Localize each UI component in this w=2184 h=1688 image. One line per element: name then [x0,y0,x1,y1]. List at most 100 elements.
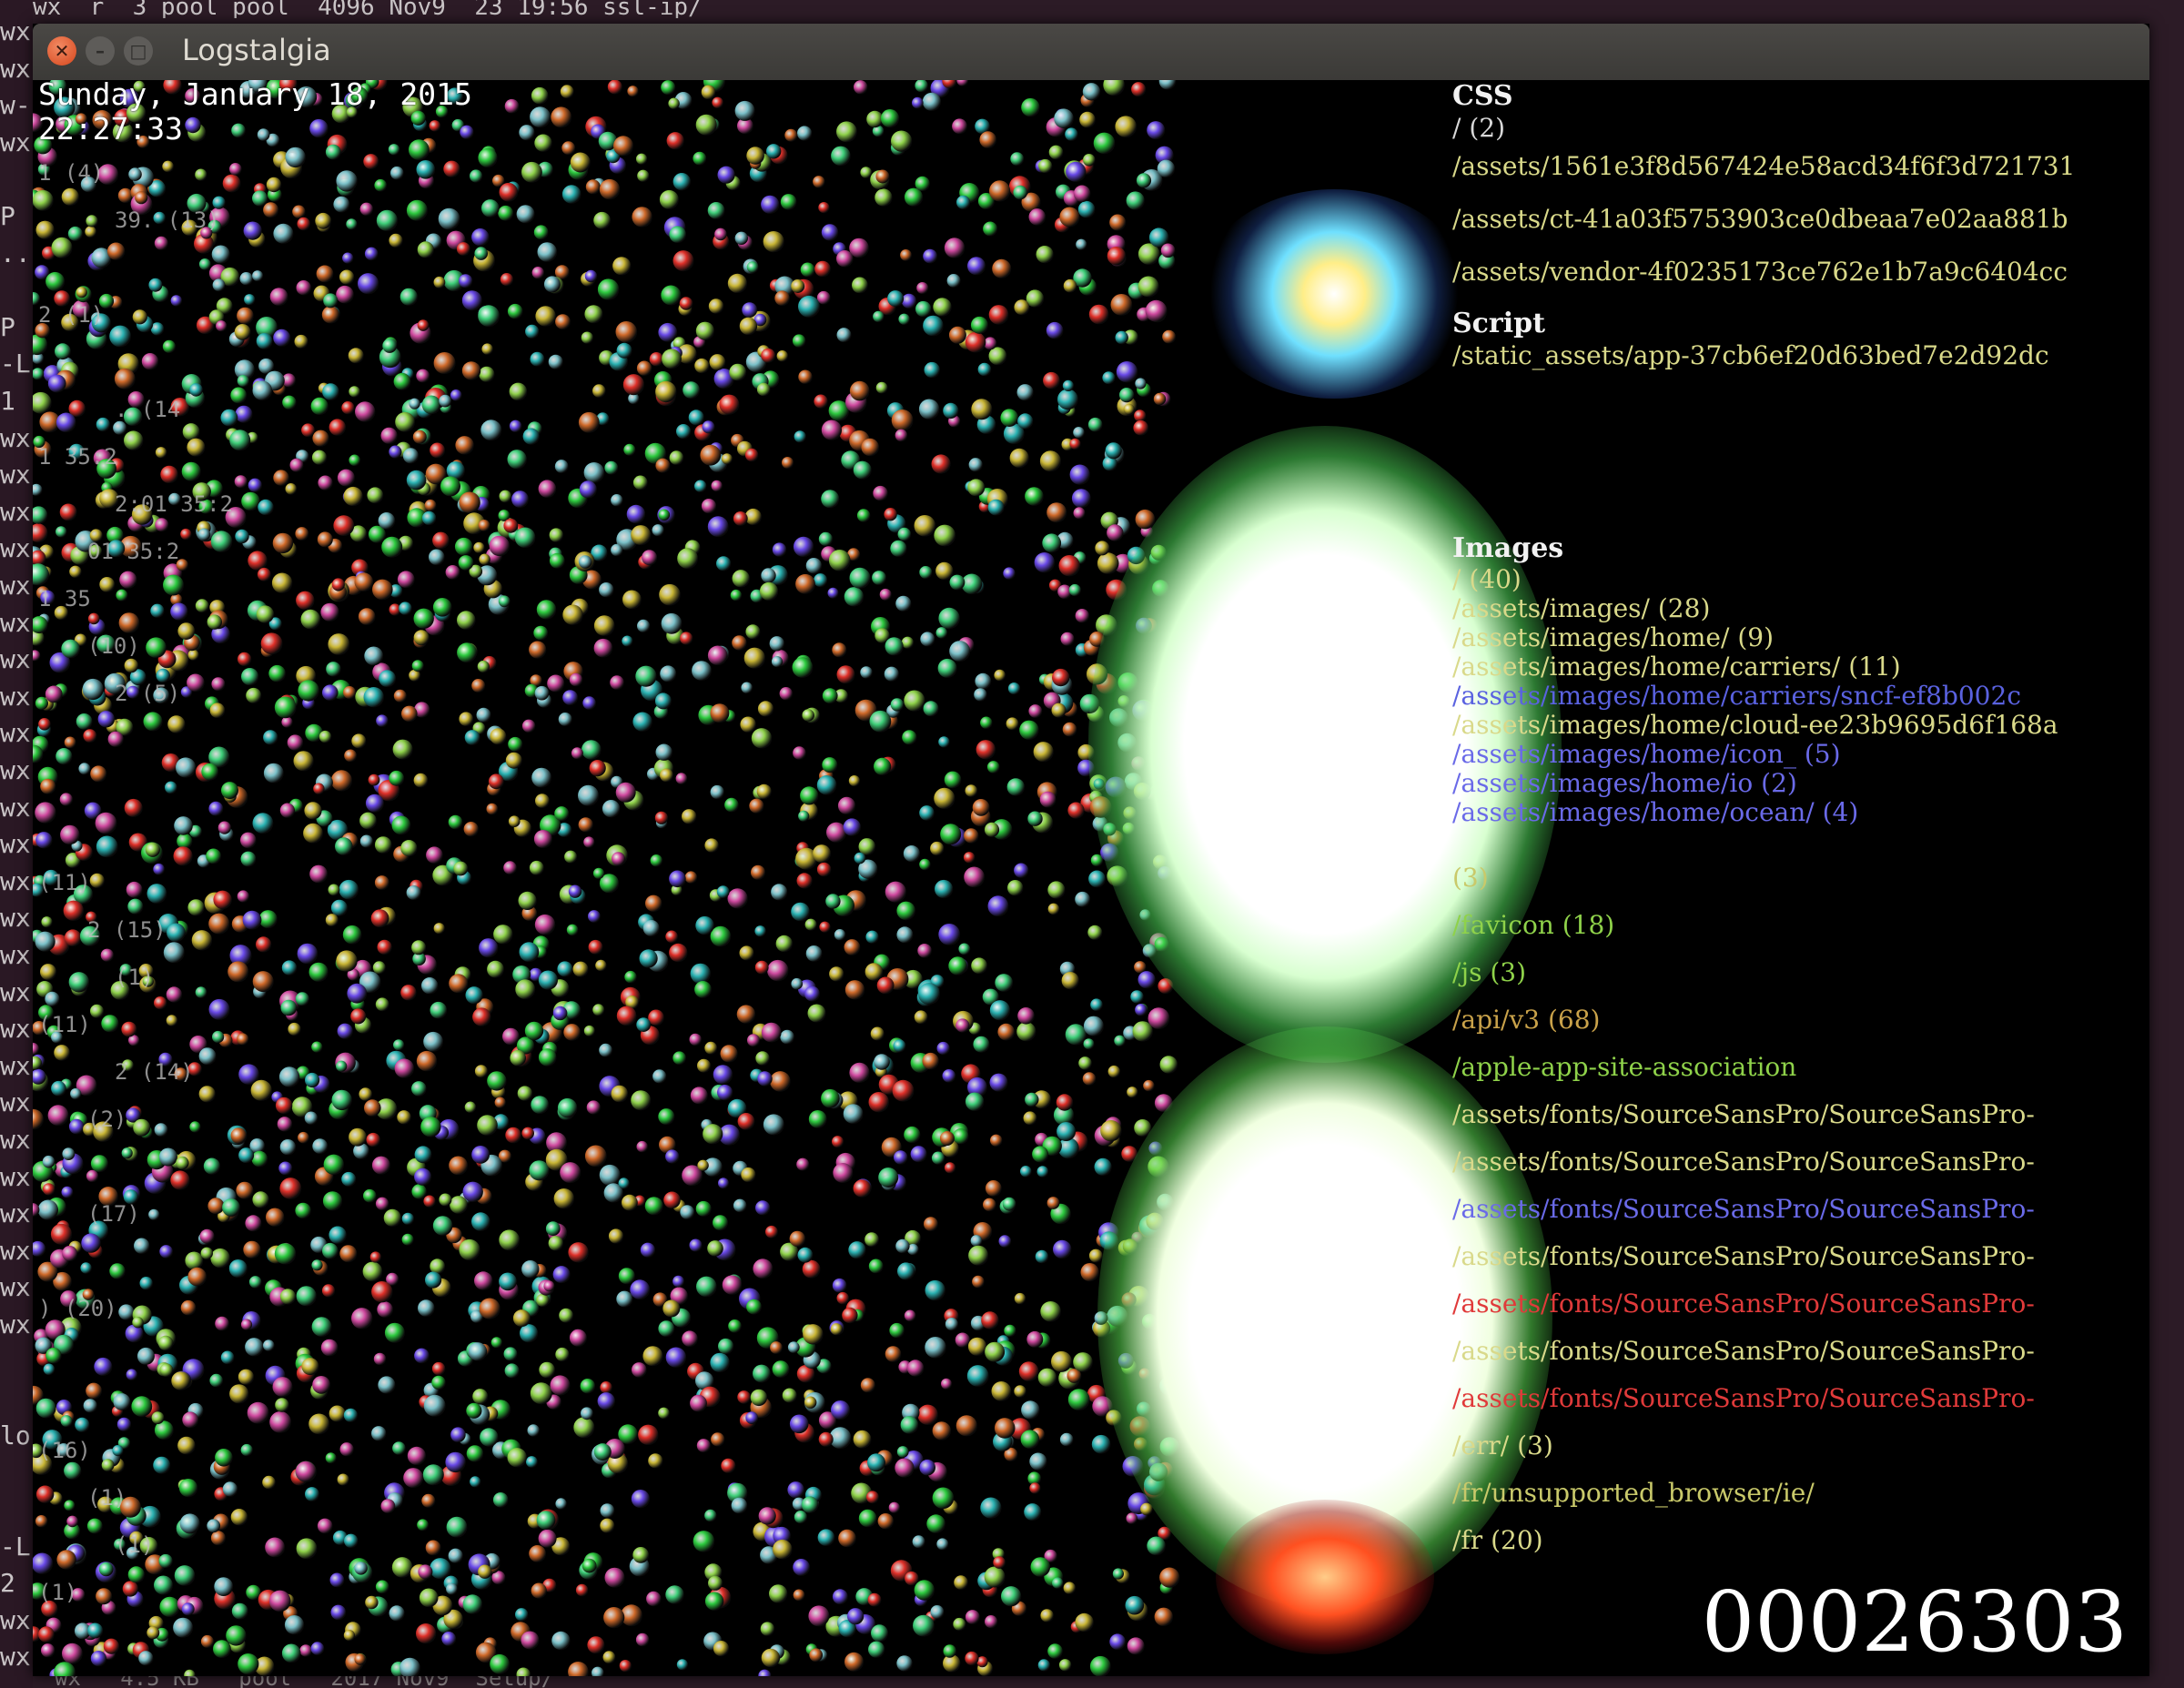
request-ball [1002,1197,1016,1211]
request-ball [1082,83,1101,101]
request-ball [83,729,97,743]
window-titlebar[interactable]: ✕ – □ Logstalgia [33,24,2149,80]
close-icon[interactable]: ✕ [47,36,76,66]
request-ball [583,462,605,483]
request-ball [1158,978,1174,995]
request-ball [392,739,413,760]
request-ball [238,1147,255,1164]
request-ball [782,457,794,469]
request-ball [456,242,470,256]
request-ball [747,1034,760,1047]
request-ball [80,1262,92,1274]
request-ball [432,598,452,617]
request-ball [915,80,928,93]
request-ball [478,305,500,328]
request-ball [636,360,652,376]
request-ball [508,815,521,827]
request-ball [479,1298,500,1319]
request-ball [266,177,282,193]
request-ball [1077,743,1095,762]
request-ball [132,309,147,325]
request-ball [761,348,775,363]
request-ball [892,1079,915,1102]
request-ball [222,174,241,193]
request-ball [256,936,272,953]
request-ball [412,430,427,444]
logstalgia-window[interactable]: ✕ – □ Logstalgia 1 (4) 39. (13) 2 (1). (14… [33,24,2149,1676]
request-ball [519,942,540,963]
request-ball [813,176,825,188]
request-ball [974,688,987,702]
request-ball [89,873,105,888]
request-ball [87,1622,104,1639]
request-ball [220,409,238,427]
request-ball [923,701,939,717]
request-ball [562,604,583,625]
request-ball [54,1045,70,1061]
request-ball [763,1114,784,1136]
request-ball [1158,80,1177,90]
request-ball [787,1341,800,1353]
request-ball [479,553,490,565]
request-ball [226,1625,247,1646]
maximize-icon[interactable]: □ [124,36,153,66]
request-ball [40,964,56,981]
request-ball [746,261,759,273]
request-ball [466,1445,484,1462]
request-ball [919,805,935,821]
request-ball [955,1332,970,1348]
request-ball [401,1212,414,1225]
request-ball [793,536,814,557]
terminal-line-fragment: wx [0,1604,31,1635]
request-ball [964,828,979,844]
request-ball [135,191,148,205]
request-ball [406,885,421,900]
request-ball [949,641,971,662]
path-label: /assets/images/home/io (2) [1452,768,1797,798]
request-ball [967,257,986,276]
request-ball [536,600,557,620]
request-ball [268,664,286,682]
host-label: . (14 [115,397,181,422]
request-ball [910,1146,927,1163]
request-ball [870,1026,885,1041]
request-ball [611,1085,629,1103]
request-ball [278,1161,293,1176]
visualization-canvas[interactable]: 1 (4) 39. (13) 2 (1). (14 1 35:2 2:01 35:2 01… [33,80,2149,1676]
request-ball [1135,378,1147,389]
request-ball [344,749,357,763]
host-label: 2 (14) [115,1059,194,1085]
request-ball [464,1101,477,1113]
request-ball [658,322,678,342]
minimize-icon[interactable]: – [86,36,115,66]
request-ball [328,633,350,655]
request-ball [124,798,143,817]
request-ball [118,612,140,633]
request-ball [470,169,483,183]
request-ball [241,491,260,511]
request-ball [662,1299,681,1318]
group-title: CSS [1452,80,1513,112]
request-ball [70,1087,82,1100]
request-ball [616,1290,633,1308]
request-ball [595,959,607,972]
request-ball [832,1589,848,1605]
path-label: /assets/vendor-4f0235173ce762e1b7a9c6404… [1452,257,2068,287]
request-ball [551,106,572,128]
request-ball [209,1373,223,1388]
request-ball [934,787,956,810]
request-ball [416,160,436,179]
request-ball [263,202,279,218]
request-ball [566,924,579,936]
request-ball [248,478,262,492]
request-ball [734,231,748,245]
request-ball [1122,822,1135,835]
path-label: /assets/fonts/SourceSansPro/SourceSansPr… [1452,1099,2035,1129]
request-ball [207,614,222,630]
terminal-line-fragment: wx [0,126,31,157]
request-ball [797,1247,814,1263]
request-ball [552,1266,571,1284]
request-ball [181,461,201,481]
request-ball [817,1529,835,1546]
request-ball [288,1022,301,1036]
